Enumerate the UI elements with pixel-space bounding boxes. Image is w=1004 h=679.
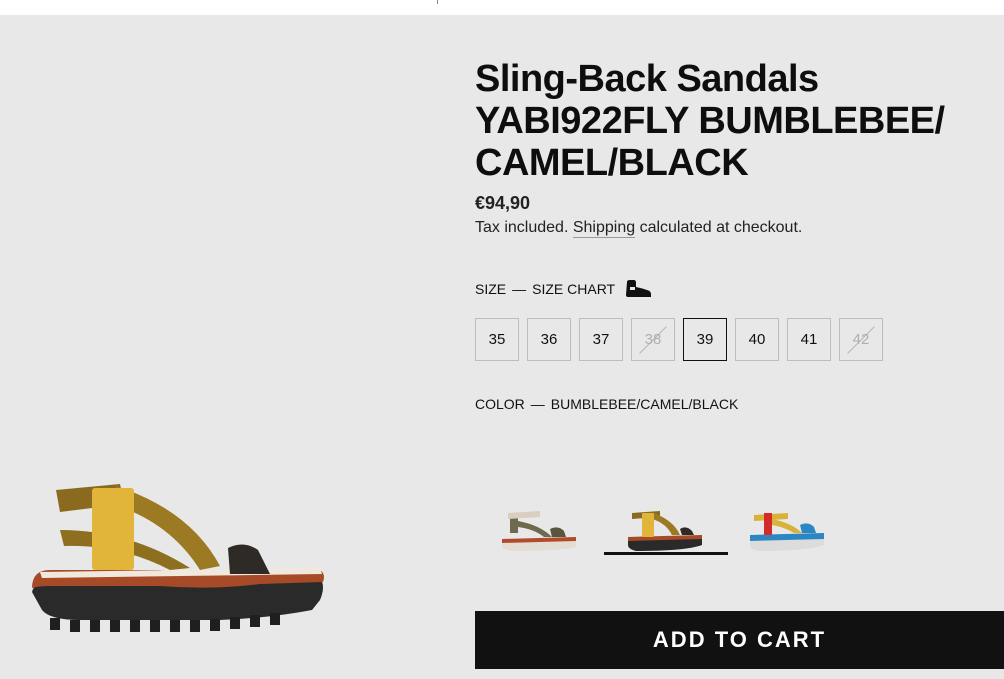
size-option-41[interactable]: 41 bbox=[787, 318, 831, 361]
size-chart-link[interactable]: SIZE CHART bbox=[532, 281, 615, 297]
color-swatch-bumblebee-camel-black[interactable] bbox=[604, 495, 728, 555]
color-label-row: COLOR — BUMBLEBEE/CAMEL/BLACK bbox=[475, 396, 738, 412]
shoe-icon[interactable] bbox=[625, 280, 652, 298]
color-swatch-beige-olive[interactable] bbox=[480, 495, 604, 555]
top-divider bbox=[437, 0, 438, 4]
size-option-40[interactable]: 40 bbox=[735, 318, 779, 361]
size-option-39[interactable]: 39 bbox=[683, 318, 727, 361]
size-label-row: SIZE — SIZE CHART bbox=[475, 280, 652, 298]
color-label: COLOR bbox=[475, 396, 525, 412]
tax-notice: Tax included. Shipping calculated at che… bbox=[475, 219, 803, 238]
tax-text: Tax included. bbox=[475, 219, 569, 236]
size-separator: — bbox=[512, 281, 527, 297]
size-option-42[interactable]: 42 bbox=[839, 318, 883, 361]
color-swatch-yellow-red-blue[interactable] bbox=[728, 495, 852, 555]
product-price: €94,90 bbox=[475, 193, 531, 213]
add-to-cart-button[interactable]: ADD TO CART bbox=[475, 611, 1004, 669]
size-option-38[interactable]: 38 bbox=[631, 318, 675, 361]
size-option-37[interactable]: 37 bbox=[579, 318, 623, 361]
product-title: Sling-Back Sandals YABI922FLY BUMBLEBEE/… bbox=[475, 58, 945, 184]
size-label: SIZE bbox=[475, 281, 507, 297]
size-option-36[interactable]: 36 bbox=[527, 318, 571, 361]
size-option-35[interactable]: 35 bbox=[475, 318, 519, 361]
shipping-suffix: calculated at checkout. bbox=[639, 219, 803, 236]
color-separator: — bbox=[530, 396, 545, 412]
product-main-image[interactable] bbox=[20, 470, 340, 650]
color-swatches bbox=[480, 495, 852, 555]
shipping-link[interactable]: Shipping bbox=[572, 219, 636, 238]
top-bar bbox=[0, 0, 1004, 15]
size-options: 35 36 37 38 39 40 41 42 bbox=[475, 318, 883, 361]
selected-color: BUMBLEBEE/CAMEL/BLACK bbox=[550, 396, 739, 412]
